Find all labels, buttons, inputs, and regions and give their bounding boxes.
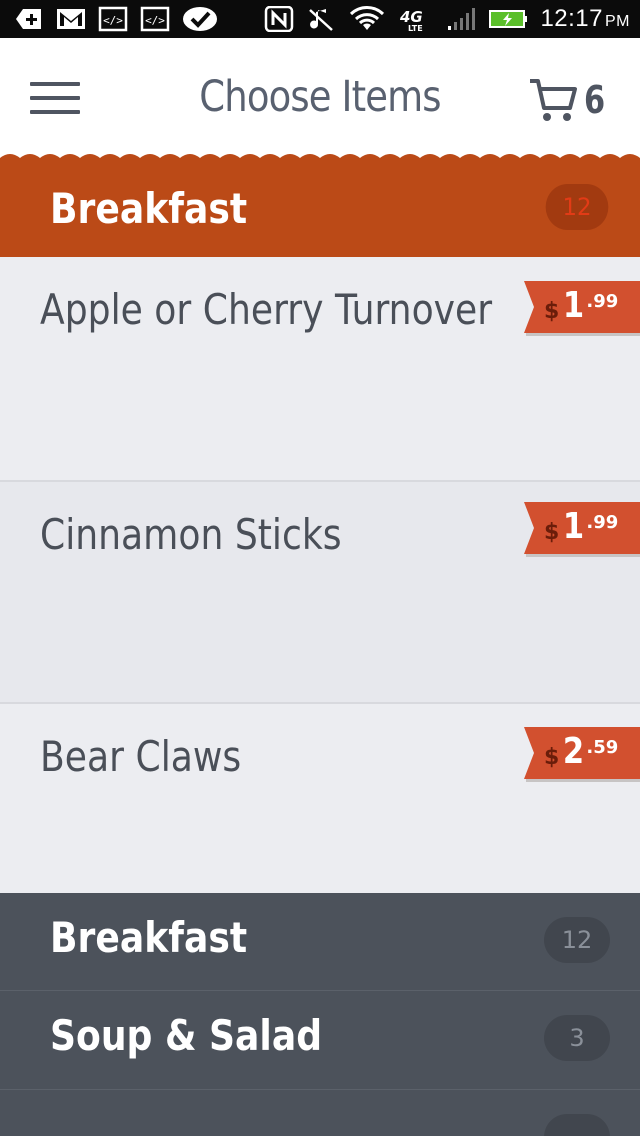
price-dollars: 1 bbox=[563, 506, 585, 547]
mute-icon bbox=[309, 9, 334, 31]
drawer-item-label: Breakfast bbox=[50, 913, 248, 962]
category-header[interactable]: Breakfast 12 bbox=[0, 158, 640, 257]
battery-charging-icon bbox=[489, 10, 528, 28]
price-cents: .99 bbox=[586, 291, 619, 312]
status-bar: </> </> 4G LTE 12:17 PM bbox=[0, 0, 640, 38]
app-header: Choose Items 6 bbox=[0, 38, 640, 158]
price-dollars: 1 bbox=[563, 285, 585, 326]
price-currency: $ bbox=[544, 745, 560, 770]
drawer-item-breakfast[interactable]: Breakfast 12 bbox=[0, 893, 640, 990]
category-count-badge: 12 bbox=[545, 184, 609, 230]
price-currency: $ bbox=[544, 299, 560, 324]
menu-item[interactable]: Cinnamon Sticks $ 1 .99 bbox=[0, 482, 640, 702]
4g-lte-icon: 4GLTE bbox=[399, 8, 423, 32]
drawer-item-soup-salad[interactable]: Soup & Salad 3 bbox=[0, 991, 640, 1088]
price-cents: .59 bbox=[586, 737, 619, 758]
item-name: Apple or Cherry Turnover bbox=[40, 285, 493, 334]
code-icon: </> bbox=[98, 6, 128, 32]
price-tag: $ 1 .99 bbox=[524, 502, 640, 557]
cart-icon bbox=[530, 79, 577, 121]
code-icon: </> bbox=[140, 6, 170, 32]
menu-item[interactable]: Bear Claws $ 2 .59 bbox=[0, 704, 640, 893]
price-dollars: 2 bbox=[563, 731, 585, 772]
drawer-count-badge: 12 bbox=[544, 917, 610, 963]
cart-count: 6 bbox=[584, 78, 606, 122]
add-icon bbox=[16, 9, 41, 29]
hamburger-menu-icon[interactable] bbox=[28, 78, 84, 118]
svg-text:LTE: LTE bbox=[408, 24, 423, 32]
menu-item[interactable]: Apple or Cherry Turnover $ 1 .99 bbox=[0, 257, 640, 481]
item-name: Cinnamon Sticks bbox=[40, 510, 342, 559]
drawer-item-partial[interactable] bbox=[0, 1090, 640, 1136]
drawer-count-badge: 3 bbox=[544, 1015, 610, 1061]
gmail-icon bbox=[57, 9, 85, 29]
svg-text:</>: </> bbox=[145, 14, 165, 27]
price-cents: .99 bbox=[586, 512, 619, 533]
nfc-icon bbox=[265, 6, 294, 32]
signal-icon bbox=[448, 8, 476, 30]
category-title: Breakfast bbox=[50, 184, 248, 233]
item-name: Bear Claws bbox=[40, 732, 242, 781]
drawer-count-badge bbox=[544, 1114, 610, 1136]
clock: 12:17 PM bbox=[540, 5, 630, 32]
cart-button[interactable]: 6 bbox=[528, 74, 628, 126]
svg-text:</>: </> bbox=[103, 14, 123, 27]
price-currency: $ bbox=[544, 520, 560, 545]
drawer-item-label: Soup & Salad bbox=[50, 1011, 323, 1060]
price-tag: $ 2 .59 bbox=[524, 727, 640, 782]
price-tag: $ 1 .99 bbox=[524, 281, 640, 336]
page-title: Choose Items bbox=[199, 72, 441, 122]
wifi-icon bbox=[350, 6, 385, 30]
category-drawer: Breakfast 12 Soup & Salad 3 bbox=[0, 893, 640, 1136]
check-bubble-icon bbox=[183, 7, 217, 31]
